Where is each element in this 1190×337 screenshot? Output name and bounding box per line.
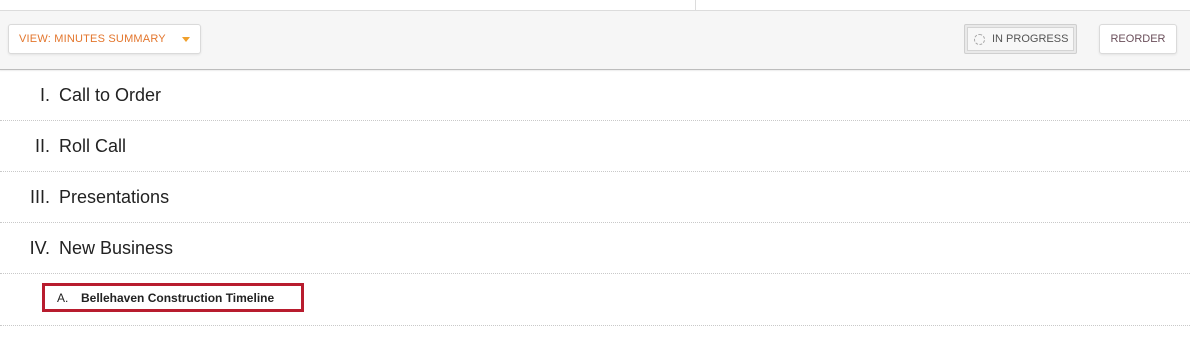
agenda-subitem-row: A. Bellehaven Construction Timeline	[0, 274, 1190, 326]
agenda-item-title: Roll Call	[59, 136, 127, 156]
agenda-item-title: New Business	[59, 238, 174, 258]
agenda-item-roll-call[interactable]: II. Roll Call	[0, 121, 1190, 172]
agenda-item-call-to-order[interactable]: I. Call to Order	[0, 70, 1190, 121]
agenda-item-number: I.	[39, 85, 50, 105]
view-selector-dropdown[interactable]: VIEW: MINUTES SUMMARY	[8, 24, 201, 54]
agenda-list: I. Call to Order II. Roll Call III. Pres…	[0, 70, 1190, 326]
status-inner: IN PROGRESS	[967, 27, 1074, 51]
reorder-label: REORDER	[1110, 33, 1166, 45]
agenda-subitem-bellehaven-construction-timeline[interactable]: A. Bellehaven Construction Timeline	[42, 283, 304, 312]
agenda-item-presentations[interactable]: III. Presentations	[0, 172, 1190, 223]
agenda-subitem-letter: A.	[57, 290, 69, 305]
agenda-item-number: IV.	[29, 238, 50, 258]
agenda-item-title: Presentations	[59, 187, 170, 207]
spinner-icon	[974, 33, 985, 45]
toolbar: VIEW: MINUTES SUMMARY IN PROGRESS REORDE…	[0, 11, 1190, 70]
agenda-item-title: Call to Order	[59, 85, 162, 105]
reorder-button[interactable]: REORDER	[1099, 24, 1177, 54]
status-label: IN PROGRESS	[992, 33, 1069, 45]
agenda-subitem-title: Bellehaven Construction Timeline	[81, 290, 275, 305]
agenda-item-new-business[interactable]: IV. New Business	[0, 223, 1190, 274]
in-progress-status-button[interactable]: IN PROGRESS	[964, 24, 1077, 54]
top-strip	[0, 0, 1190, 11]
top-strip-divider	[695, 0, 696, 10]
agenda-item-number: II.	[34, 136, 50, 156]
view-selector-label: VIEW: MINUTES SUMMARY	[19, 33, 166, 45]
caret-down-icon	[182, 37, 190, 42]
agenda-item-number: III.	[29, 187, 50, 207]
